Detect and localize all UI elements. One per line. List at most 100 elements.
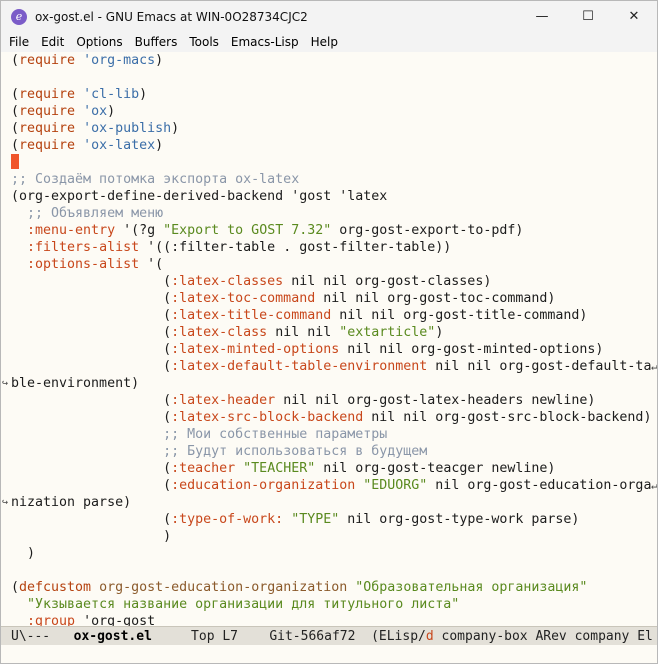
code-line[interactable]: (:education-organization "EDUORG" nil or… (1, 477, 657, 494)
code-line[interactable]: (:latex-default-table-environment nil ni… (1, 358, 657, 375)
code-line[interactable]: (:latex-minted-options nil nil org-gost-… (1, 341, 657, 358)
continuation-arrow-icon: ↪ (2, 378, 9, 389)
code-token: :latex-toc-command (171, 291, 316, 306)
menu-file[interactable]: File (3, 32, 35, 52)
code-line[interactable]: (require 'ox-latex) (1, 137, 657, 154)
code-line[interactable] (1, 69, 657, 86)
modeline-vc[interactable]: Git-566af72 (269, 629, 355, 644)
code-token: :latex-default-table-environment (171, 359, 428, 374)
code-line[interactable]: ble-environment) ↪ (1, 375, 657, 392)
code-line[interactable]: (:latex-classes nil nil org-gost-classes… (1, 273, 657, 290)
code-line[interactable]: (:teacher "TEACHER" nil org-gost-teacger… (1, 460, 657, 477)
code-token: nil org-gost-type-work parse) (339, 512, 580, 527)
modeline-minor-modes[interactable]: company-box ARev company El (434, 629, 653, 644)
menu-edit[interactable]: Edit (35, 32, 70, 52)
code-line[interactable] (1, 562, 657, 579)
code-token: org-gost-education-organization (99, 580, 348, 595)
code-token: nil nil org-gost-classes) (283, 274, 492, 289)
code-line[interactable]: (require 'ox) (1, 103, 657, 120)
code-line[interactable]: ) (1, 545, 657, 562)
code-token: ( (11, 580, 20, 595)
code-token: ( (11, 87, 20, 102)
code-token: nil nil org-gost-src-block-backend) (363, 410, 652, 425)
code-line[interactable]: ;; Будут использоваться в будущем (1, 443, 657, 460)
code-token: ;; Будут использоваться в будущем (163, 444, 428, 459)
code-line[interactable]: (require 'org-macs) (1, 52, 657, 69)
code-line[interactable]: (:latex-src-block-backend nil nil org-go… (1, 409, 657, 426)
code-token: nil nil org-gost-minted-options) (339, 342, 604, 357)
code-token: defcustom (19, 580, 92, 595)
code-line[interactable]: ) (1, 528, 657, 545)
code-token: ) (171, 121, 180, 136)
code-token: :latex-classes (171, 274, 284, 289)
modeline-buffer-name[interactable]: ox-gost.el (74, 629, 152, 644)
code-token: ( (11, 478, 172, 493)
code-token: ( (11, 53, 20, 68)
code-token: ( (11, 461, 172, 476)
code-token: ble-environment) (11, 376, 140, 391)
code-token: "TEACHER" (243, 461, 316, 476)
minimize-button[interactable]: — (519, 1, 565, 32)
code-token: :education-organization (171, 478, 356, 493)
code-token: 'cl-lib (83, 87, 140, 102)
code-line[interactable]: ;; Мои собственные параметры (1, 426, 657, 443)
modeline-mode-d: d (425, 629, 434, 644)
code-line[interactable]: (require 'cl-lib) (1, 86, 657, 103)
code-line[interactable]: ;; Создаём потомка экспорта ox-latex (1, 171, 657, 188)
code-token: :teacher (171, 461, 236, 476)
code-token: ) (107, 104, 116, 119)
minibuffer[interactable] (1, 646, 657, 663)
code-line[interactable]: (:latex-toc-command nil nil org-gost-toc… (1, 290, 657, 307)
code-editor[interactable]: (require 'org-macs) (require 'cl-lib) (re… (1, 52, 657, 626)
code-line[interactable]: :menu-entry '(?g "Export to GOST 7.32" o… (1, 222, 657, 239)
code-token: ( (11, 291, 172, 306)
code-line[interactable]: (:latex-class nil nil "extarticle") (1, 324, 657, 341)
code-token: require (19, 53, 76, 68)
code-line[interactable]: (defcustom org-gost-education-organizati… (1, 579, 657, 596)
code-line[interactable] (1, 154, 657, 171)
code-line[interactable]: :options-alist '( (1, 256, 657, 273)
wrap-arrow-icon: ↵ (651, 479, 657, 492)
code-line[interactable]: :group 'org-gost (1, 613, 657, 626)
code-line[interactable]: (org-export-define-derived-backend 'gost… (1, 188, 657, 205)
menu-tools[interactable]: Tools (183, 32, 225, 52)
code-token: ( (11, 359, 172, 374)
code-token: :filters-alist (27, 240, 140, 255)
maximize-button[interactable]: ☐ (565, 1, 611, 32)
code-token: (org-export-define-derived-backend 'gost… (11, 189, 388, 204)
code-token: ;; Создаём потомка экспорта ox-latex (11, 172, 300, 187)
menu-emacs-lisp[interactable]: Emacs-Lisp (225, 32, 305, 52)
code-line[interactable]: "Укзывается название организации для тит… (1, 596, 657, 613)
code-line[interactable]: (require 'ox-publish) (1, 120, 657, 137)
code-token: ) (11, 546, 36, 561)
code-token: ;; Объявляем меню (27, 206, 164, 221)
code-token: ) (435, 325, 444, 340)
menu-options[interactable]: Options (70, 32, 128, 52)
close-button[interactable]: ✕ (611, 1, 657, 32)
code-token: :latex-title-command (171, 308, 332, 323)
code-token: nil nil org-gost-default-ta (427, 359, 652, 374)
code-line[interactable]: nization parse) ↪ (1, 494, 657, 511)
code-token: nil nil org-gost-toc-command) (315, 291, 556, 306)
code-token: :type-of-work: (171, 512, 284, 527)
code-line[interactable]: :filters-alist '((:filter-table . gost-f… (1, 239, 657, 256)
menu-help[interactable]: Help (305, 32, 344, 52)
code-line[interactable]: (:type-of-work: "TYPE" nil org-gost-type… (1, 511, 657, 528)
code-line[interactable]: (:latex-header nil nil org-gost-latex-he… (1, 392, 657, 409)
code-token: ) (155, 53, 164, 68)
mode-line: U\--- ox-gost.el Top L7 Git-566af72 (ELi… (1, 626, 657, 645)
code-line[interactable]: ;; Объявляем меню (1, 205, 657, 222)
title-bar[interactable]: e ox-gost.el - GNU Emacs at WIN-0O28734C… (1, 1, 657, 32)
code-line[interactable]: (:latex-title-command nil nil org-gost-t… (1, 307, 657, 324)
code-token: ;; Мои собственные параметры (163, 427, 388, 442)
menu-buffers[interactable]: Buffers (129, 32, 184, 52)
